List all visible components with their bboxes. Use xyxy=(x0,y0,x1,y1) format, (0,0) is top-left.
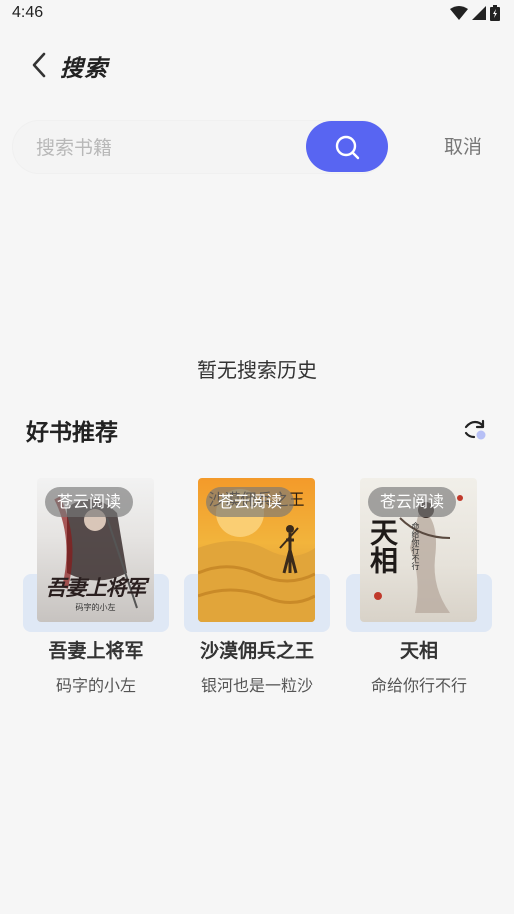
page-title: 搜索 xyxy=(60,56,108,82)
wifi-icon xyxy=(450,6,468,20)
source-badge: 苍云阅读 xyxy=(45,487,134,517)
book-title: 天相 xyxy=(399,640,438,662)
cover-title-1: 吾妻上将军 xyxy=(45,575,147,600)
refresh-button[interactable] xyxy=(462,418,488,442)
source-badge: 苍云阅读 xyxy=(206,487,295,517)
empty-history-text: 暂无搜索历史 xyxy=(197,358,317,382)
book-card-3[interactable]: 天相 命给你行不行 苍云阅读 天相 命给你行不行 xyxy=(346,478,492,698)
search-button[interactable] xyxy=(306,121,388,172)
book-card-1[interactable]: 吾妻上将军 码字的小左 苍云阅读 吾妻上将军 码字的小左 xyxy=(23,478,169,698)
cancel-button[interactable]: 取消 xyxy=(444,132,482,159)
book-author: 命给你行不行 xyxy=(370,676,467,695)
status-icons xyxy=(450,5,500,21)
book-cover-2: 沙漠佣兵之王 苍云阅读 xyxy=(198,478,315,622)
search-area: 取消 xyxy=(0,108,514,182)
top-bar: 搜索 xyxy=(0,40,514,92)
book-card-2[interactable]: 沙漠佣兵之王 苍云阅读 沙漠佣兵之王 银河也是一粒沙 xyxy=(184,478,330,698)
book-cover-3: 天相 命给你行不行 苍云阅读 xyxy=(360,478,477,622)
book-title: 吾妻上将军 xyxy=(48,640,144,662)
search-icon xyxy=(335,135,360,159)
search-box xyxy=(12,120,388,176)
cover-subtitle-3: 命给你行不行 xyxy=(411,522,420,570)
battery-icon xyxy=(490,5,500,21)
signal-icon xyxy=(472,6,486,20)
book-author: 银河也是一粒沙 xyxy=(200,676,313,695)
book-cover-1: 吾妻上将军 码字的小左 苍云阅读 xyxy=(37,478,154,622)
source-badge: 苍云阅读 xyxy=(368,487,457,517)
chevron-left-icon xyxy=(32,52,46,78)
cover-subtitle-1: 码字的小左 xyxy=(75,603,116,612)
back-button[interactable] xyxy=(24,50,54,80)
book-author: 码字的小左 xyxy=(55,676,136,695)
search-input[interactable] xyxy=(34,120,298,176)
section-title-recommend: 好书推荐 xyxy=(26,420,118,446)
refresh-icon xyxy=(464,419,486,440)
status-time: 4:46 xyxy=(12,4,44,21)
status-bar: 4:46 xyxy=(0,0,514,28)
cover-title-3: 天相 xyxy=(366,518,399,574)
book-title: 沙漠佣兵之王 xyxy=(199,640,314,662)
